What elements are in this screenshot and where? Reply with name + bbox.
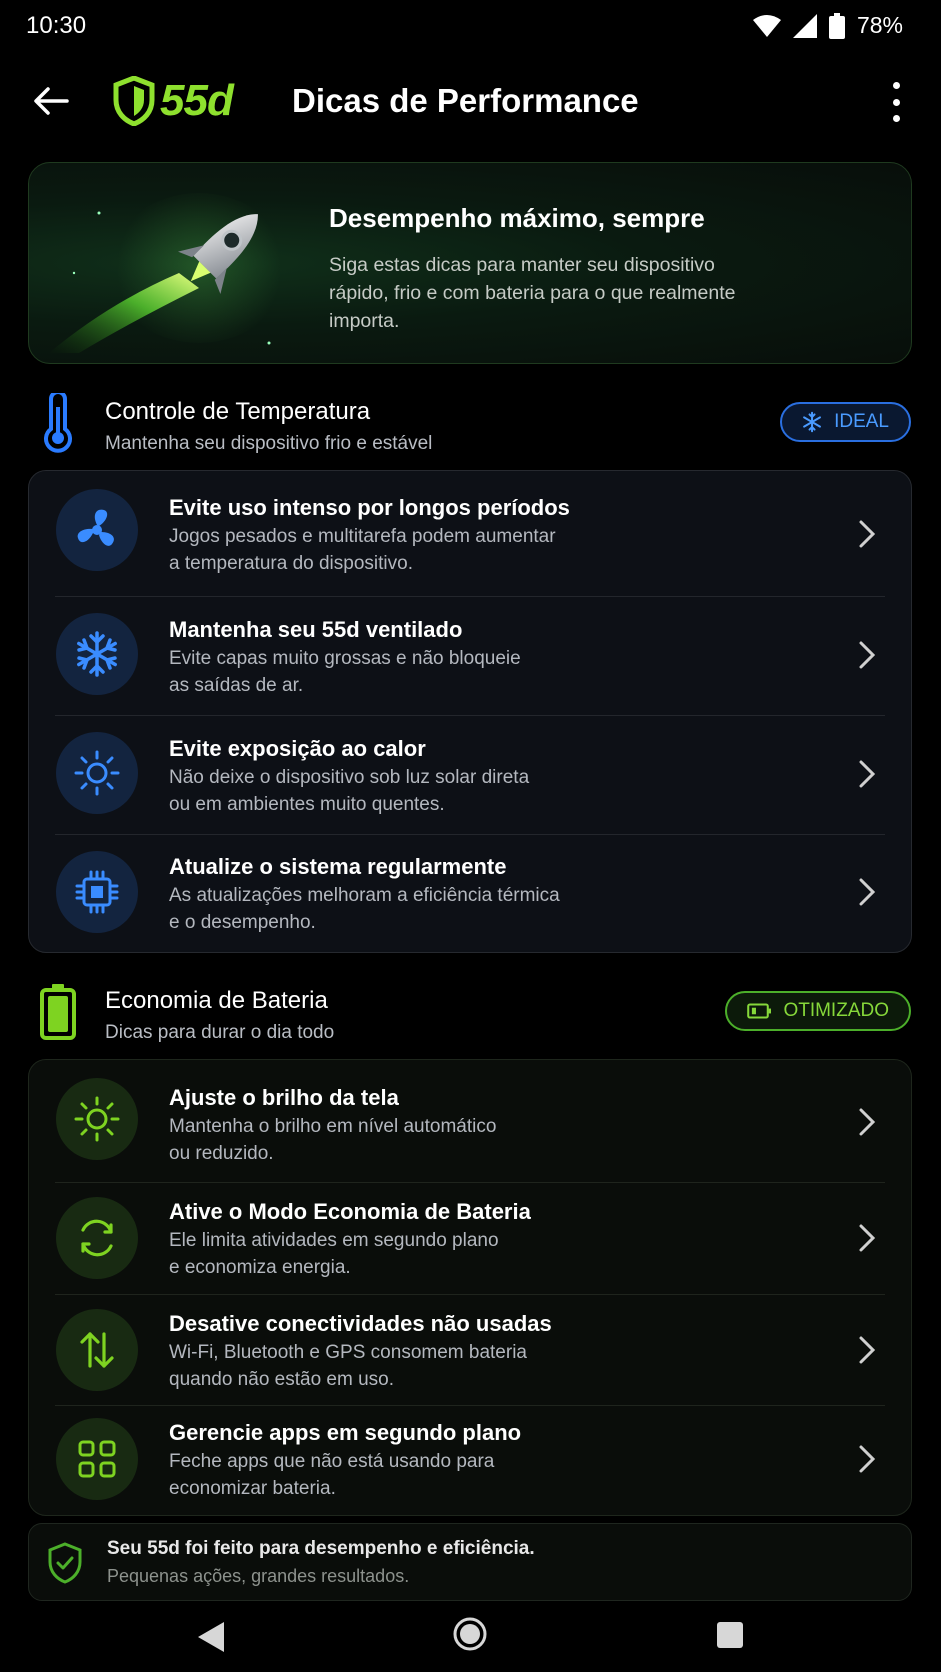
rocket-icon — [49, 211, 271, 353]
tip-row-background-apps[interactable]: Gerencie apps em segundo plano Feche app… — [29, 1406, 911, 1515]
tip-description: Jogos pesados e multitarefa podem aument… — [169, 526, 556, 574]
apps-grid-icon — [56, 1418, 138, 1500]
status-time: 10:30 — [26, 12, 87, 39]
tip-description: Ele limita atividades em segundo plano e … — [169, 1230, 499, 1278]
tip-row-brightness[interactable]: Ajuste o brilho da tela Mantenha o brilh… — [29, 1060, 911, 1182]
tip-row-ventilation[interactable]: Mantenha seu 55d ventilado Evite capas m… — [29, 597, 911, 715]
battery-tips-card: Ajuste o brilho da tela Mantenha o brilh… — [28, 1059, 912, 1516]
tip-title: Mantenha seu 55d ventilado — [169, 617, 463, 642]
tip-title: Gerencie apps em segundo plano — [169, 1420, 522, 1445]
nav-back-button[interactable] — [194, 1620, 230, 1654]
chevron-right-icon — [859, 1336, 876, 1364]
hero-banner: Desempenho máximo, sempre Siga estas dic… — [28, 162, 912, 364]
chip-icon — [56, 851, 138, 933]
temperature-status-badge: IDEAL — [780, 402, 911, 442]
tip-row-battery-saver[interactable]: Ative o Modo Economia de Bateria Ele lim… — [29, 1183, 911, 1294]
sync-icon — [56, 1197, 138, 1279]
chevron-right-icon — [859, 1108, 876, 1136]
thermometer-icon — [44, 393, 72, 453]
chevron-right-icon — [859, 520, 876, 548]
brightness-icon — [56, 1078, 138, 1160]
chevron-right-icon — [859, 878, 876, 906]
badge-label: IDEAL — [834, 411, 889, 432]
more-options-button[interactable] — [880, 82, 912, 122]
snowflake-icon — [56, 613, 138, 695]
sun-icon — [56, 732, 138, 814]
hero-description: Siga estas dicas para manter seu disposi… — [329, 254, 736, 332]
back-button[interactable] — [30, 80, 72, 122]
temperature-section-subtitle: Mantenha seu dispositivo frio e estável — [105, 433, 433, 454]
tip-description: Feche apps que não está usando para econo… — [169, 1451, 495, 1499]
shield-check-icon — [48, 1542, 82, 1584]
tip-title: Evite uso intenso por longos períodos — [169, 495, 570, 520]
wifi-icon — [752, 14, 781, 37]
battery-badge-icon — [747, 1003, 772, 1019]
footer-note-subtitle: Pequenas ações, grandes resultados. — [107, 1566, 410, 1586]
app-logo: 55d — [112, 76, 234, 126]
chevron-right-icon — [859, 1445, 876, 1473]
battery-section-title: Economia de Bateria — [105, 987, 328, 1014]
tip-title: Ative o Modo Economia de Bateria — [169, 1199, 531, 1224]
tip-description: As atualizações melhoram a eficiência té… — [169, 885, 560, 933]
chevron-right-icon — [859, 760, 876, 788]
arrow-left-icon — [34, 87, 69, 115]
tip-title: Ajuste o brilho da tela — [169, 1085, 399, 1110]
tip-description: Mantenha o brilho em nível automático ou … — [169, 1116, 497, 1164]
battery-section-subtitle: Dicas para durar o dia todo — [105, 1022, 335, 1043]
tip-row-system-update[interactable]: Atualize o sistema regularmente As atual… — [29, 835, 911, 952]
tip-title: Evite exposição ao calor — [169, 736, 426, 761]
hero-title: Desempenho máximo, sempre — [329, 203, 705, 233]
chevron-right-icon — [859, 1224, 876, 1252]
footer-note: Seu 55d foi feito para desempenho e efic… — [28, 1523, 912, 1601]
tip-description: Wi-Fi, Bluetooth e GPS consomem bateria q… — [169, 1342, 527, 1390]
battery-percent: 78% — [856, 12, 903, 38]
temperature-section-title: Controle de Temperatura — [105, 398, 371, 425]
page-title: Dicas de Performance — [292, 82, 639, 119]
signal-icon — [792, 13, 817, 38]
transfer-arrows-icon — [56, 1309, 138, 1391]
logo-text: 55d — [160, 76, 234, 125]
shield-logo-icon — [113, 76, 155, 126]
tip-description: Evite capas muito grossas e não bloqueie… — [169, 648, 521, 696]
badge-label: OTIMIZADO — [783, 1000, 889, 1021]
tip-title: Desative conectividades não usadas — [169, 1311, 552, 1336]
nav-home-button[interactable] — [452, 1616, 488, 1652]
footer-note-title: Seu 55d foi feito para desempenho e efic… — [107, 1538, 535, 1559]
nav-recents-button[interactable] — [717, 1622, 743, 1648]
chevron-right-icon — [859, 641, 876, 669]
tip-description: Não deixe o dispositivo sob luz solar di… — [169, 767, 530, 815]
snowflake-badge-icon — [803, 411, 821, 433]
battery-section-icon — [40, 984, 76, 1040]
fan-icon — [56, 489, 138, 571]
tip-title: Atualize o sistema regularmente — [169, 854, 507, 879]
tip-row-connectivity[interactable]: Desative conectividades não usadas Wi-Fi… — [29, 1295, 911, 1405]
temperature-tips-card: Evite uso intenso por longos períodos Jo… — [28, 470, 912, 953]
tip-row-heat-exposure[interactable]: Evite exposição ao calor Não deixe o dis… — [29, 716, 911, 834]
status-icons: 78% — [752, 12, 903, 39]
tip-row-intense-use[interactable]: Evite uso intenso por longos períodos Jo… — [29, 471, 911, 596]
battery-status-badge: OTIMIZADO — [725, 991, 911, 1031]
battery-icon — [828, 12, 845, 39]
